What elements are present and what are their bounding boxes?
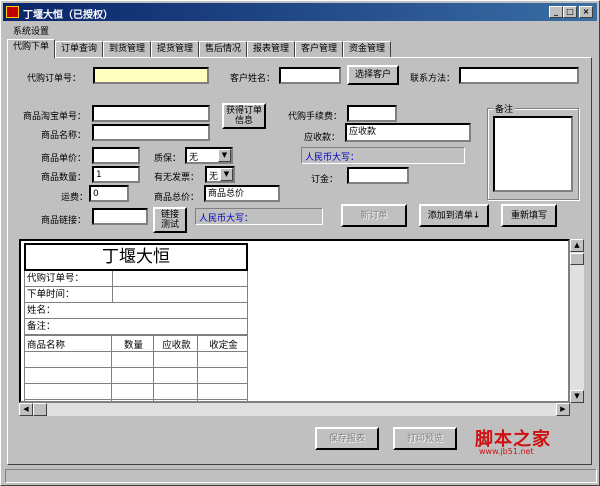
contact-label: 联系方法：	[410, 74, 456, 84]
app-icon	[6, 6, 19, 18]
maximize-button[interactable]: □	[563, 6, 577, 18]
horizontal-scrollbar[interactable]: ◀ ▶	[19, 403, 570, 416]
scroll-up-icon[interactable]: ▲	[570, 239, 584, 252]
column-header-deposit: 收定金	[197, 335, 248, 352]
deposit-input[interactable]	[347, 167, 409, 184]
receipt-items-table: 商品名称 数量 应收款 收定金	[24, 335, 248, 401]
column-header-receivable: 应收款	[153, 335, 198, 352]
receipt-order-no-row: 代购订单号：	[24, 271, 248, 287]
table-row	[24, 351, 248, 368]
link-input[interactable]	[92, 208, 148, 225]
print-preview-button[interactable]: 打印预览	[393, 427, 457, 450]
receivable-label: 应收款：	[304, 133, 341, 143]
receivable-input[interactable]: 应收款	[345, 123, 471, 142]
total-price-label: 商品总价：	[154, 193, 200, 203]
tab-order-query[interactable]: 订单查询	[55, 41, 103, 57]
quantity-input[interactable]: 1	[92, 166, 140, 183]
scroll-right-icon[interactable]: ▶	[556, 403, 570, 416]
receipt-order-no-label: 代购订单号：	[27, 273, 85, 284]
chevron-down-icon[interactable]: ▼	[218, 149, 231, 162]
select-customer-button[interactable]: 选择客户	[347, 65, 399, 85]
title-bar[interactable]: 丁堰大恒（已授权） _ □ ×	[3, 3, 597, 21]
minimize-button[interactable]: _	[549, 6, 563, 18]
table-row	[24, 367, 248, 384]
warranty-select[interactable]: 无 ▼	[185, 147, 233, 164]
vertical-scroll-thumb[interactable]	[570, 253, 584, 265]
fetch-order-info-button[interactable]: 获得订单信息	[222, 103, 266, 129]
table-row	[24, 383, 248, 400]
chevron-down-icon[interactable]: ▼	[220, 168, 233, 181]
unit-price-input[interactable]	[92, 147, 140, 164]
taobao-no-input[interactable]	[92, 105, 210, 122]
customer-name-label: 客户姓名：	[230, 74, 276, 84]
invoice-label: 有无发票：	[154, 173, 200, 183]
scroll-left-icon[interactable]: ◀	[19, 403, 33, 416]
service-fee-label: 代购手续费：	[288, 112, 343, 122]
receipt-name-row: 姓名：	[24, 303, 248, 319]
close-button[interactable]: ×	[579, 6, 593, 18]
receipt-name-label: 姓名：	[27, 305, 56, 316]
shipping-label: 运费：	[61, 193, 89, 203]
column-header-quantity: 数量	[111, 335, 154, 352]
horizontal-scroll-thumb[interactable]	[33, 403, 47, 416]
invoice-select[interactable]: 无 ▼	[205, 166, 235, 183]
quantity-label: 商品数量：	[41, 173, 87, 183]
tab-arrival[interactable]: 到货管理	[103, 41, 151, 57]
receipt: 丁堰大恒 代购订单号： 下单时间： 姓名： 备注： 商品名称 数量 应收款 收定…	[24, 243, 248, 401]
main-window: 丁堰大恒（已授权） _ □ × 系统设置 代购下单 订单查询 到货管理 提货管理…	[0, 0, 600, 486]
scroll-down-icon[interactable]: ▼	[570, 390, 584, 403]
link-label: 商品链接：	[41, 216, 87, 226]
table-header-row: 商品名称 数量 应收款 收定金	[24, 335, 248, 352]
receipt-remarks-row: 备注：	[24, 319, 248, 335]
watermark-url: www.jb51.net	[479, 447, 534, 456]
save-report-button[interactable]: 保存报表	[315, 427, 379, 450]
invoice-value: 无	[209, 172, 219, 182]
receipt-title: 丁堰大恒	[24, 243, 248, 271]
tab-funds[interactable]: 资金管理	[343, 41, 391, 57]
receipt-preview[interactable]: 丁堰大恒 代购订单号： 下单时间： 姓名： 备注： 商品名称 数量 应收款 收定…	[19, 239, 570, 403]
vertical-scrollbar[interactable]: ▲ ▼	[570, 239, 584, 403]
menu-system-settings[interactable]: 系统设置	[13, 24, 49, 37]
menu-bar: 系统设置	[3, 22, 597, 37]
rmb-uppercase-left: 人民币大写：	[195, 208, 323, 225]
customer-name-input[interactable]	[279, 67, 341, 84]
link-test-button[interactable]: 链接测试	[153, 207, 187, 233]
tab-order-placement[interactable]: 代购下单	[7, 39, 55, 58]
add-to-list-button[interactable]: 添加到清单↓	[419, 204, 489, 227]
new-order-button[interactable]: 新订单	[341, 204, 407, 227]
window-title: 丁堰大恒（已授权）	[23, 10, 113, 21]
deposit-label: 订金：	[311, 175, 339, 185]
receipt-remarks-label: 备注：	[27, 321, 56, 332]
warranty-value: 无	[189, 153, 199, 163]
tab-reports[interactable]: 报表管理	[247, 41, 295, 57]
service-fee-input[interactable]	[347, 105, 397, 122]
total-price-input[interactable]: 商品总价	[204, 185, 280, 202]
order-no-label: 代购订单号：	[27, 74, 82, 84]
refill-button[interactable]: 重新填写	[501, 204, 557, 227]
receipt-order-time-label: 下单时间：	[27, 289, 75, 300]
product-name-input[interactable]	[92, 124, 210, 141]
remarks-group-title: 备注	[493, 102, 516, 115]
tab-customers[interactable]: 客户管理	[295, 41, 343, 57]
order-no-input[interactable]	[93, 67, 209, 84]
unit-price-label: 商品单价：	[41, 154, 87, 164]
remarks-textarea[interactable]	[493, 116, 573, 192]
column-header-product: 商品名称	[24, 335, 112, 352]
status-bar	[5, 469, 597, 483]
tab-pickup[interactable]: 提货管理	[151, 41, 199, 57]
receipt-order-time-row: 下单时间：	[24, 287, 248, 303]
tab-after-sales[interactable]: 售后情况	[199, 41, 247, 57]
rmb-uppercase-right: 人民币大写：	[301, 147, 465, 164]
taobao-no-label: 商品淘宝单号：	[23, 112, 87, 122]
shipping-input[interactable]: 0	[89, 185, 129, 202]
product-name-label: 商品名称：	[41, 131, 87, 141]
warranty-label: 质保：	[154, 154, 182, 164]
contact-input[interactable]	[459, 67, 579, 84]
